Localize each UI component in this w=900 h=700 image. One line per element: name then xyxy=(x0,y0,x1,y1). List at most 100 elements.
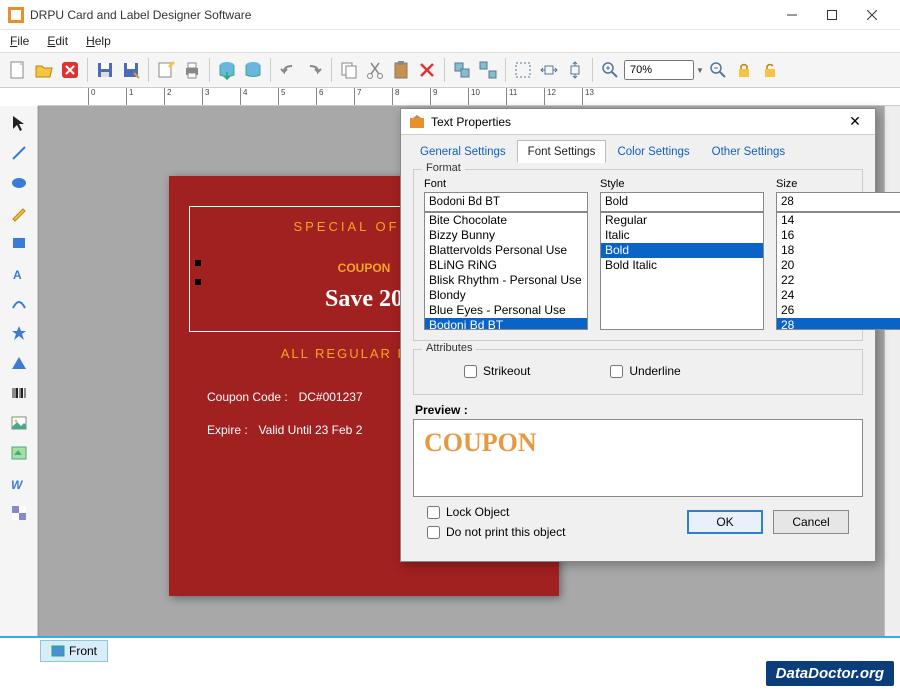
checker-tool-icon[interactable] xyxy=(6,500,32,526)
list-item[interactable]: Italic xyxy=(601,228,763,243)
save-icon[interactable] xyxy=(93,58,117,82)
picture-tool-icon[interactable] xyxy=(6,440,32,466)
zoomout-icon[interactable] xyxy=(706,58,730,82)
minimize-button[interactable] xyxy=(772,1,812,29)
saveas-icon[interactable] xyxy=(119,58,143,82)
watermark: DataDoctor.org xyxy=(766,661,894,686)
preview-label: Preview : xyxy=(415,403,863,417)
paste-icon[interactable] xyxy=(389,58,413,82)
new-icon[interactable] xyxy=(6,58,30,82)
size-listbox[interactable]: 1416182022242628 xyxy=(776,212,900,330)
menubar: File Edit Help xyxy=(0,30,900,52)
pointer-tool-icon[interactable] xyxy=(6,110,32,136)
edit-icon[interactable] xyxy=(154,58,178,82)
ok-button[interactable]: OK xyxy=(687,510,763,534)
menu-help[interactable]: Help xyxy=(86,34,111,48)
list-item[interactable]: 16 xyxy=(777,228,900,243)
dialog-close-icon[interactable]: ✕ xyxy=(843,113,867,130)
list-item[interactable]: Regular xyxy=(601,213,763,228)
image-tool-icon[interactable] xyxy=(6,410,32,436)
tab-other-settings[interactable]: Other Settings xyxy=(701,140,797,163)
underline-checkbox[interactable]: Underline xyxy=(610,364,680,378)
attributes-fieldset: Attributes Strikeout Underline xyxy=(413,349,863,395)
dialog-tabs: General Settings Font Settings Color Set… xyxy=(401,135,875,163)
style-listbox[interactable]: RegularItalicBoldBold Italic xyxy=(600,212,764,330)
toolbar: ▼ xyxy=(0,52,900,88)
list-item[interactable]: 14 xyxy=(777,213,900,228)
ellipse-tool-icon[interactable] xyxy=(6,170,32,196)
dialog-icon xyxy=(409,114,425,130)
move-v-icon[interactable] xyxy=(563,58,587,82)
move-h-icon[interactable] xyxy=(537,58,561,82)
text-tool-icon[interactable]: A xyxy=(6,260,32,286)
cancel-button[interactable]: Cancel xyxy=(773,510,849,534)
preview-box: COUPON xyxy=(413,419,863,497)
print-icon[interactable] xyxy=(180,58,204,82)
lock-icon[interactable] xyxy=(732,58,756,82)
redo-icon[interactable] xyxy=(302,58,326,82)
line-tool-icon[interactable] xyxy=(6,140,32,166)
tool-palette: A W xyxy=(0,106,38,636)
maximize-button[interactable] xyxy=(812,1,852,29)
page-icon xyxy=(51,644,65,658)
list-item[interactable]: Blue Eyes - Personal Use xyxy=(425,303,587,318)
list-item[interactable]: 22 xyxy=(777,273,900,288)
list-item[interactable]: Bite Chocolate xyxy=(425,213,587,228)
group-icon[interactable] xyxy=(450,58,474,82)
db-export-icon[interactable] xyxy=(215,58,239,82)
list-item[interactable]: Bold xyxy=(601,243,763,258)
menu-file[interactable]: File xyxy=(10,34,29,48)
size-input[interactable] xyxy=(776,192,900,212)
barcode-tool-icon[interactable] xyxy=(6,380,32,406)
undo-icon[interactable] xyxy=(276,58,300,82)
list-item[interactable]: 28 xyxy=(777,318,900,330)
lock-object-checkbox[interactable]: Lock Object xyxy=(427,505,687,519)
list-item[interactable]: Blondy xyxy=(425,288,587,303)
tab-font-settings[interactable]: Font Settings xyxy=(517,140,607,163)
zoom-dropdown-icon[interactable]: ▼ xyxy=(696,66,704,75)
pencil-tool-icon[interactable] xyxy=(6,200,32,226)
cut-icon[interactable] xyxy=(363,58,387,82)
zoomin-icon[interactable] xyxy=(598,58,622,82)
list-item[interactable]: Blisk Rhythm - Personal Use xyxy=(425,273,587,288)
list-item[interactable]: Bold Italic xyxy=(601,258,763,273)
font-input[interactable] xyxy=(424,192,588,212)
svg-text:A: A xyxy=(13,268,22,282)
size-label: Size xyxy=(776,178,900,190)
list-item[interactable]: 20 xyxy=(777,258,900,273)
list-item[interactable]: 26 xyxy=(777,303,900,318)
strikeout-checkbox[interactable]: Strikeout xyxy=(464,364,530,378)
close-doc-icon[interactable] xyxy=(58,58,82,82)
arc-tool-icon[interactable] xyxy=(6,290,32,316)
list-item[interactable]: 24 xyxy=(777,288,900,303)
list-item[interactable]: 18 xyxy=(777,243,900,258)
open-icon[interactable] xyxy=(32,58,56,82)
zoom-input[interactable] xyxy=(624,60,694,80)
unlock-icon[interactable] xyxy=(758,58,782,82)
db-import-icon[interactable] xyxy=(241,58,265,82)
ungroup-icon[interactable] xyxy=(476,58,500,82)
rect-tool-icon[interactable] xyxy=(6,230,32,256)
triangle-tool-icon[interactable] xyxy=(6,350,32,376)
star-tool-icon[interactable] xyxy=(6,320,32,346)
font-listbox[interactable]: Bite ChocolateBizzy BunnyBlattervolds Pe… xyxy=(424,212,588,330)
text-properties-dialog: Text Properties ✕ General Settings Font … xyxy=(400,108,876,562)
menu-edit[interactable]: Edit xyxy=(47,34,68,48)
style-input[interactable] xyxy=(600,192,764,212)
delete-icon[interactable] xyxy=(415,58,439,82)
font-label: Font xyxy=(424,178,588,190)
copy-icon[interactable] xyxy=(337,58,361,82)
select-area-icon[interactable] xyxy=(511,58,535,82)
list-item[interactable]: Bizzy Bunny xyxy=(425,228,587,243)
tab-general-settings[interactable]: General Settings xyxy=(409,140,517,163)
list-item[interactable]: Blattervolds Personal Use xyxy=(425,243,587,258)
page-tabs: Front xyxy=(0,636,900,664)
wordart-tool-icon[interactable]: W xyxy=(6,470,32,496)
list-item[interactable]: BLiNG RiNG xyxy=(425,258,587,273)
app-icon xyxy=(8,7,24,23)
tab-color-settings[interactable]: Color Settings xyxy=(606,140,700,163)
close-button[interactable] xyxy=(852,1,892,29)
tab-front[interactable]: Front xyxy=(40,640,108,662)
do-not-print-checkbox[interactable]: Do not print this object xyxy=(427,525,687,539)
list-item[interactable]: Bodoni Bd BT xyxy=(425,318,587,330)
